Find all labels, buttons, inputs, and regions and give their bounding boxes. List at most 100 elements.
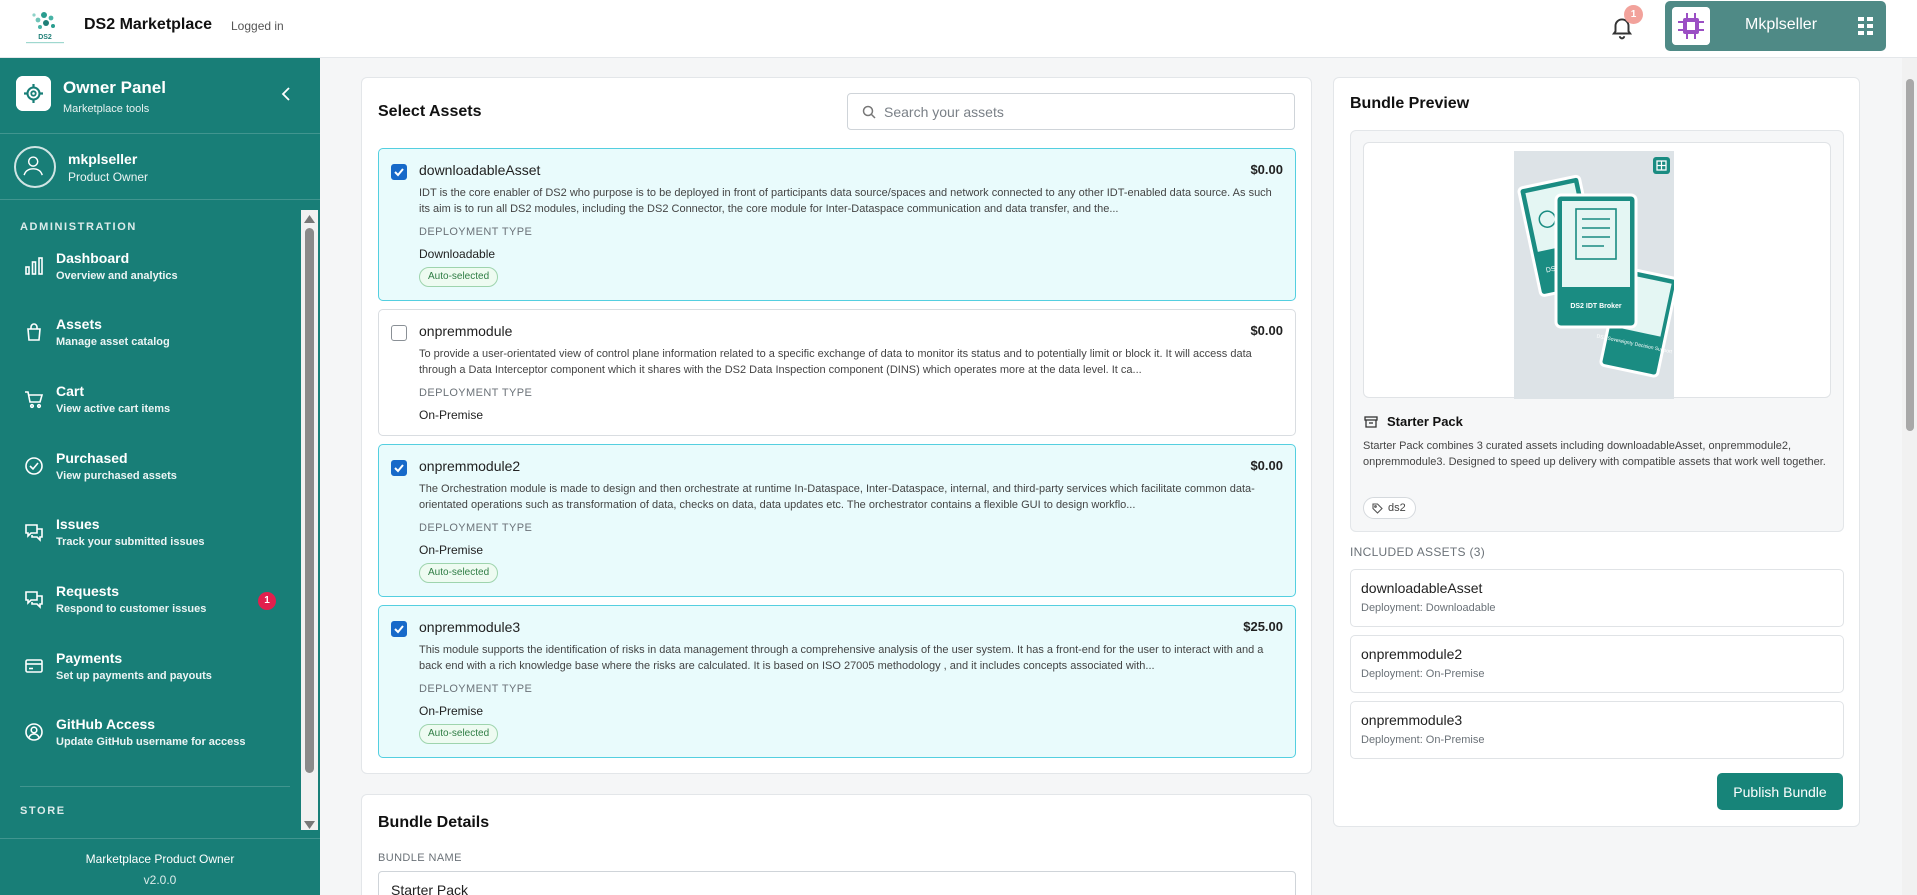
bar-chart-icon [25,257,43,275]
included-asset-deployment: Deployment: Downloadable [1361,602,1496,614]
asset-checkbox[interactable] [391,460,407,476]
bundle-preview-panel: DS2 DS2 Sovereignty Decision Support DS2… [1350,130,1844,532]
sidebar-item-issues[interactable]: Issues Track your submitted issues [0,504,300,564]
included-asset-item: downloadableAsset Deployment: Downloadab… [1350,569,1844,627]
deployment-type-label: DEPLOYMENT TYPE [419,226,533,238]
user-menu-button[interactable]: Mkplseller [1665,1,1886,51]
app-title: DS2 Marketplace [84,16,213,33]
asset-item-onpremmodule2[interactable]: onpremmodule2 $0.00 The Orchestration mo… [378,444,1296,597]
sidebar-scrollbar-thumb[interactable] [305,228,314,773]
ds2-logo[interactable]: DS2 [22,6,68,46]
gear-icon [16,76,51,111]
bundle-corner-icon [1653,157,1670,174]
select-assets-title: Select Assets [378,103,482,120]
chat-icon [25,524,43,542]
asset-description: This module supports the identification … [419,644,1264,672]
chevron-left-icon[interactable] [279,86,293,102]
deployment-type-value: On-Premise [419,408,484,422]
panel-title: Owner Panel [63,78,166,97]
section-store: STORE [20,805,66,817]
page-scrollbar-thumb[interactable] [1906,79,1914,431]
asset-price: $0.00 [1250,162,1283,177]
asset-checkbox[interactable] [391,325,407,341]
sidebar-user-role: Product Owner [68,170,149,184]
tag-chip: ds2 [1363,497,1416,519]
asset-item-onpremmodule[interactable]: onpremmodule $0.00 To provide a user-ori… [378,309,1296,436]
sidebar-item-cart[interactable]: Cart View active cart items [0,371,300,431]
panel-subtitle: Marketplace tools [63,103,150,115]
included-asset-name: onpremmodule3 [1361,712,1463,728]
sidebar-item-purchased[interactable]: Purchased View purchased assets [0,438,300,498]
section-administration: ADMINISTRATION [20,221,137,233]
check-icon [394,168,404,177]
owner-panel-header: Owner Panel Marketplace tools [0,58,320,134]
sidebar-item-requests[interactable]: Requests Respond to customer issues 1 [0,571,300,631]
main-card-label: DS2 IDT Broker [1570,303,1622,310]
deployment-type-label: DEPLOYMENT TYPE [419,522,533,534]
included-asset-name: downloadableAsset [1361,580,1483,596]
asset-name: downloadableAsset [419,162,541,178]
sidebar-item-payments[interactable]: Payments Set up payments and payouts [0,638,300,698]
publish-bundle-button[interactable]: Publish Bundle [1717,773,1843,810]
sidebar-user-name: mkplseller [68,151,138,167]
footer-version: v2.0.0 [143,873,177,887]
bundle-cards-illustration: DS2 DS2 Sovereignty Decision Support DS2… [1517,174,1674,378]
sidebar-item-subtitle: Overview and analytics [56,270,178,282]
asset-description: The Orchestration module is made to desi… [419,483,1255,511]
sidebar-item-subtitle: View active cart items [56,403,171,415]
user-name: Mkplseller [1745,16,1818,33]
top-bar: DS2 DS2 Marketplace Logged in 1 Mkplsell… [0,0,1917,58]
sidebar-item-label: Requests [56,583,120,599]
apps-grid-icon[interactable] [1858,17,1874,35]
bundle-preview-title: Bundle Preview [1350,95,1470,112]
sidebar-item-subtitle: Manage asset catalog [56,336,170,348]
login-status: Logged in [231,19,284,33]
bundle-details-title: Bundle Details [378,814,490,831]
asset-item-downloadableasset[interactable]: downloadableAsset $0.00 IDT is the core … [378,148,1296,301]
search-input[interactable] [884,102,1284,122]
sidebar-item-github-access[interactable]: GitHub Access Update GitHub username for… [0,704,300,764]
logo-text: DS2 [38,34,52,41]
sidebar-user: mkplseller Product Owner [0,134,320,200]
asset-checkbox[interactable] [391,164,407,180]
sidebar-item-label: Purchased [56,450,128,466]
sidebar-footer: Marketplace Product Owner v2.0.0 [0,838,320,895]
asset-price: $25.00 [1243,619,1283,634]
cart-icon [25,391,44,409]
sidebar-item-label: Issues [56,516,100,532]
deployment-type-label: DEPLOYMENT TYPE [419,387,533,399]
archive-icon [1364,416,1378,428]
asset-description: To provide a user-orientated view of con… [419,348,1252,376]
auto-selected-badge: Auto-selected [419,267,499,287]
requests-badge: 1 [258,592,276,610]
tag-icon [1372,503,1383,514]
check-circle-icon [25,457,43,475]
scroll-up-arrow-icon[interactable] [303,214,316,224]
sidebar-item-subtitle: Respond to customer issues [56,603,207,615]
check-icon [394,464,404,473]
included-asset-name: onpremmodule2 [1361,646,1463,662]
select-assets-card: Select Assets downloadableAsset $0.00 ID… [361,77,1312,774]
included-asset-item: onpremmodule3 Deployment: On-Premise [1350,701,1844,759]
sidebar-item-subtitle: View purchased assets [56,470,177,482]
bundle-name-input[interactable]: Starter Pack [378,871,1296,895]
asset-checkbox[interactable] [391,621,407,637]
included-asset-deployment: Deployment: On-Premise [1361,734,1485,746]
asset-item-onpremmodule3[interactable]: onpremmodule3 $25.00 This module support… [378,605,1296,758]
sidebar-item-subtitle: Set up payments and payouts [56,670,212,682]
user-avatar-icon [1672,7,1710,45]
asset-description: IDT is the core enabler of DS2 who purpo… [419,187,1272,215]
included-asset-deployment: Deployment: On-Premise [1361,668,1485,680]
included-assets-label: INCLUDED ASSETS (3) [1350,545,1486,559]
bundle-preview-card: Bundle Preview DS2 DS2 Sovereignty Decis… [1333,77,1860,827]
user-icon [14,146,56,188]
auto-selected-badge: Auto-selected [419,724,499,744]
scroll-down-arrow-icon[interactable] [303,820,316,830]
sidebar-item-dashboard[interactable]: Dashboard Overview and analytics [0,238,300,298]
auto-selected-badge: Auto-selected [419,563,499,583]
sidebar: Owner Panel Marketplace tools mkplseller… [0,58,320,895]
sidebar-item-label: Dashboard [56,250,130,266]
sidebar-item-assets[interactable]: Assets Manage asset catalog [0,304,300,364]
search-box [847,93,1295,130]
deployment-type-value: Downloadable [419,247,496,261]
